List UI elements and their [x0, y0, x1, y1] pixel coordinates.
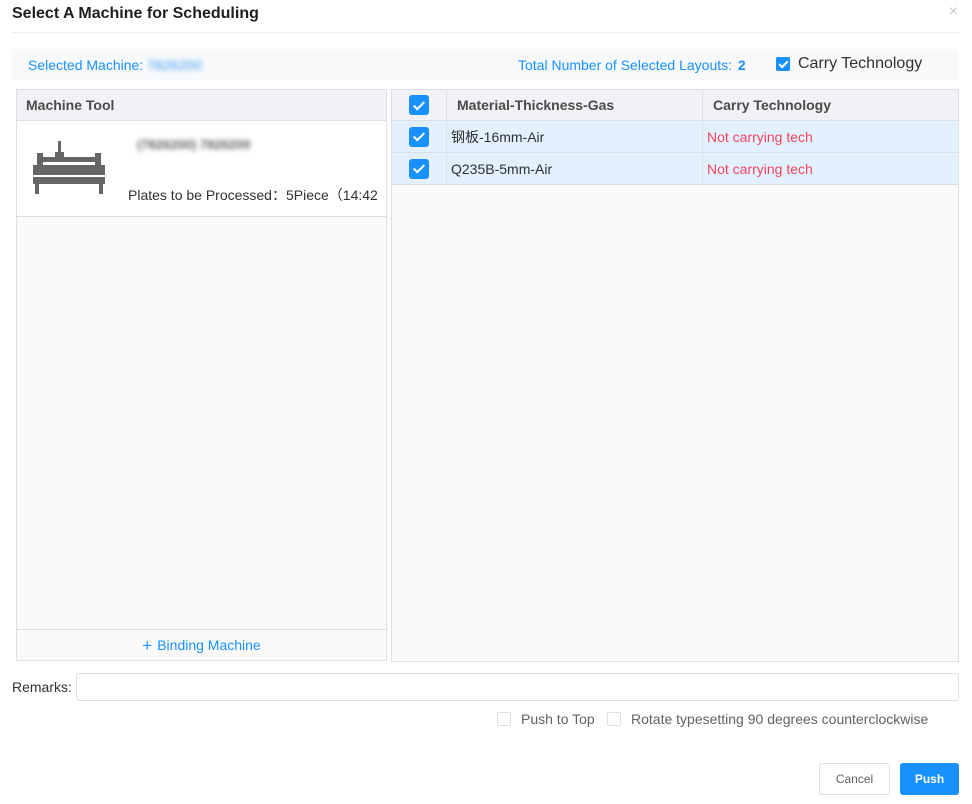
technology-cell: Not carrying tech [707, 128, 813, 145]
rotate-option[interactable]: Rotate typesetting 90 degrees counterclo… [607, 711, 928, 727]
machine-panel-header: Machine Tool [17, 90, 386, 121]
title-divider [12, 32, 960, 33]
header-check-cell [392, 90, 447, 120]
total-layouts: Total Number of Selected Layouts: 2 [518, 57, 746, 73]
rotate-label: Rotate typesetting 90 degrees counterclo… [631, 711, 929, 727]
material-cell: 钢板-16mm-Air [447, 121, 703, 152]
push-to-top-checkbox[interactable] [497, 712, 511, 726]
push-to-top-option[interactable]: Push to Top [497, 711, 595, 727]
remarks-label: Remarks: [12, 679, 72, 695]
selected-machine-value: 7826200 [147, 57, 202, 73]
material-cell: Q235B-5mm-Air [447, 153, 703, 184]
total-layouts-label: Total Number of Selected Layouts: [518, 57, 733, 73]
info-bar: Selected Machine: 7826200 Total Number o… [12, 49, 959, 80]
remarks-input[interactable] [76, 673, 959, 701]
close-icon[interactable]: × [949, 3, 958, 21]
row-check-cell [392, 153, 447, 184]
table-row[interactable]: 钢板-16mm-Air Not carrying tech [392, 121, 958, 153]
binding-machine-button[interactable]: + Binding Machine [17, 629, 386, 660]
row-checkbox[interactable] [409, 158, 429, 179]
binding-machine-label: Binding Machine [157, 637, 261, 653]
column-header-material: Material-Thickness-Gas [447, 90, 703, 120]
row-checkbox[interactable] [409, 126, 429, 147]
column-header-technology: Carry Technology [713, 97, 831, 113]
carry-technology-checkbox[interactable]: Carry Technology [776, 55, 922, 73]
selected-machine-label: Selected Machine: [28, 57, 144, 73]
select-all-checkbox[interactable] [409, 95, 429, 115]
layouts-table: Material-Thickness-Gas Carry Technology … [391, 89, 959, 662]
push-to-top-label: Push to Top [521, 711, 595, 727]
push-button[interactable]: Push [900, 763, 959, 795]
table-row[interactable]: Q235B-5mm-Air Not carrying tech [392, 153, 958, 185]
plus-icon: + [142, 636, 153, 655]
rotate-checkbox[interactable] [607, 712, 621, 726]
carry-technology-check-icon[interactable] [776, 57, 790, 71]
machine-card[interactable]: (7826200) 7826200 Plates to be Processed… [17, 121, 386, 217]
row-check-cell [392, 121, 447, 152]
machine-panel: Machine Tool (7826200) 7826200 Plates to… [16, 89, 387, 661]
cnc-machine-icon [33, 141, 105, 194]
cancel-button[interactable]: Cancel [819, 763, 890, 795]
technology-cell: Not carrying tech [707, 160, 813, 177]
selected-machine: Selected Machine: 7826200 [28, 57, 202, 73]
dialog-title: Select A Machine for Scheduling [12, 5, 259, 22]
table-header: Material-Thickness-Gas Carry Technology [392, 90, 958, 121]
machine-name: (7826200) 7826200 [137, 137, 251, 152]
total-layouts-count: 2 [737, 57, 746, 73]
plates-to-process: Plates to be Processed：5Piece（14:42 [128, 187, 378, 203]
carry-technology-label: Carry Technology [798, 55, 923, 72]
